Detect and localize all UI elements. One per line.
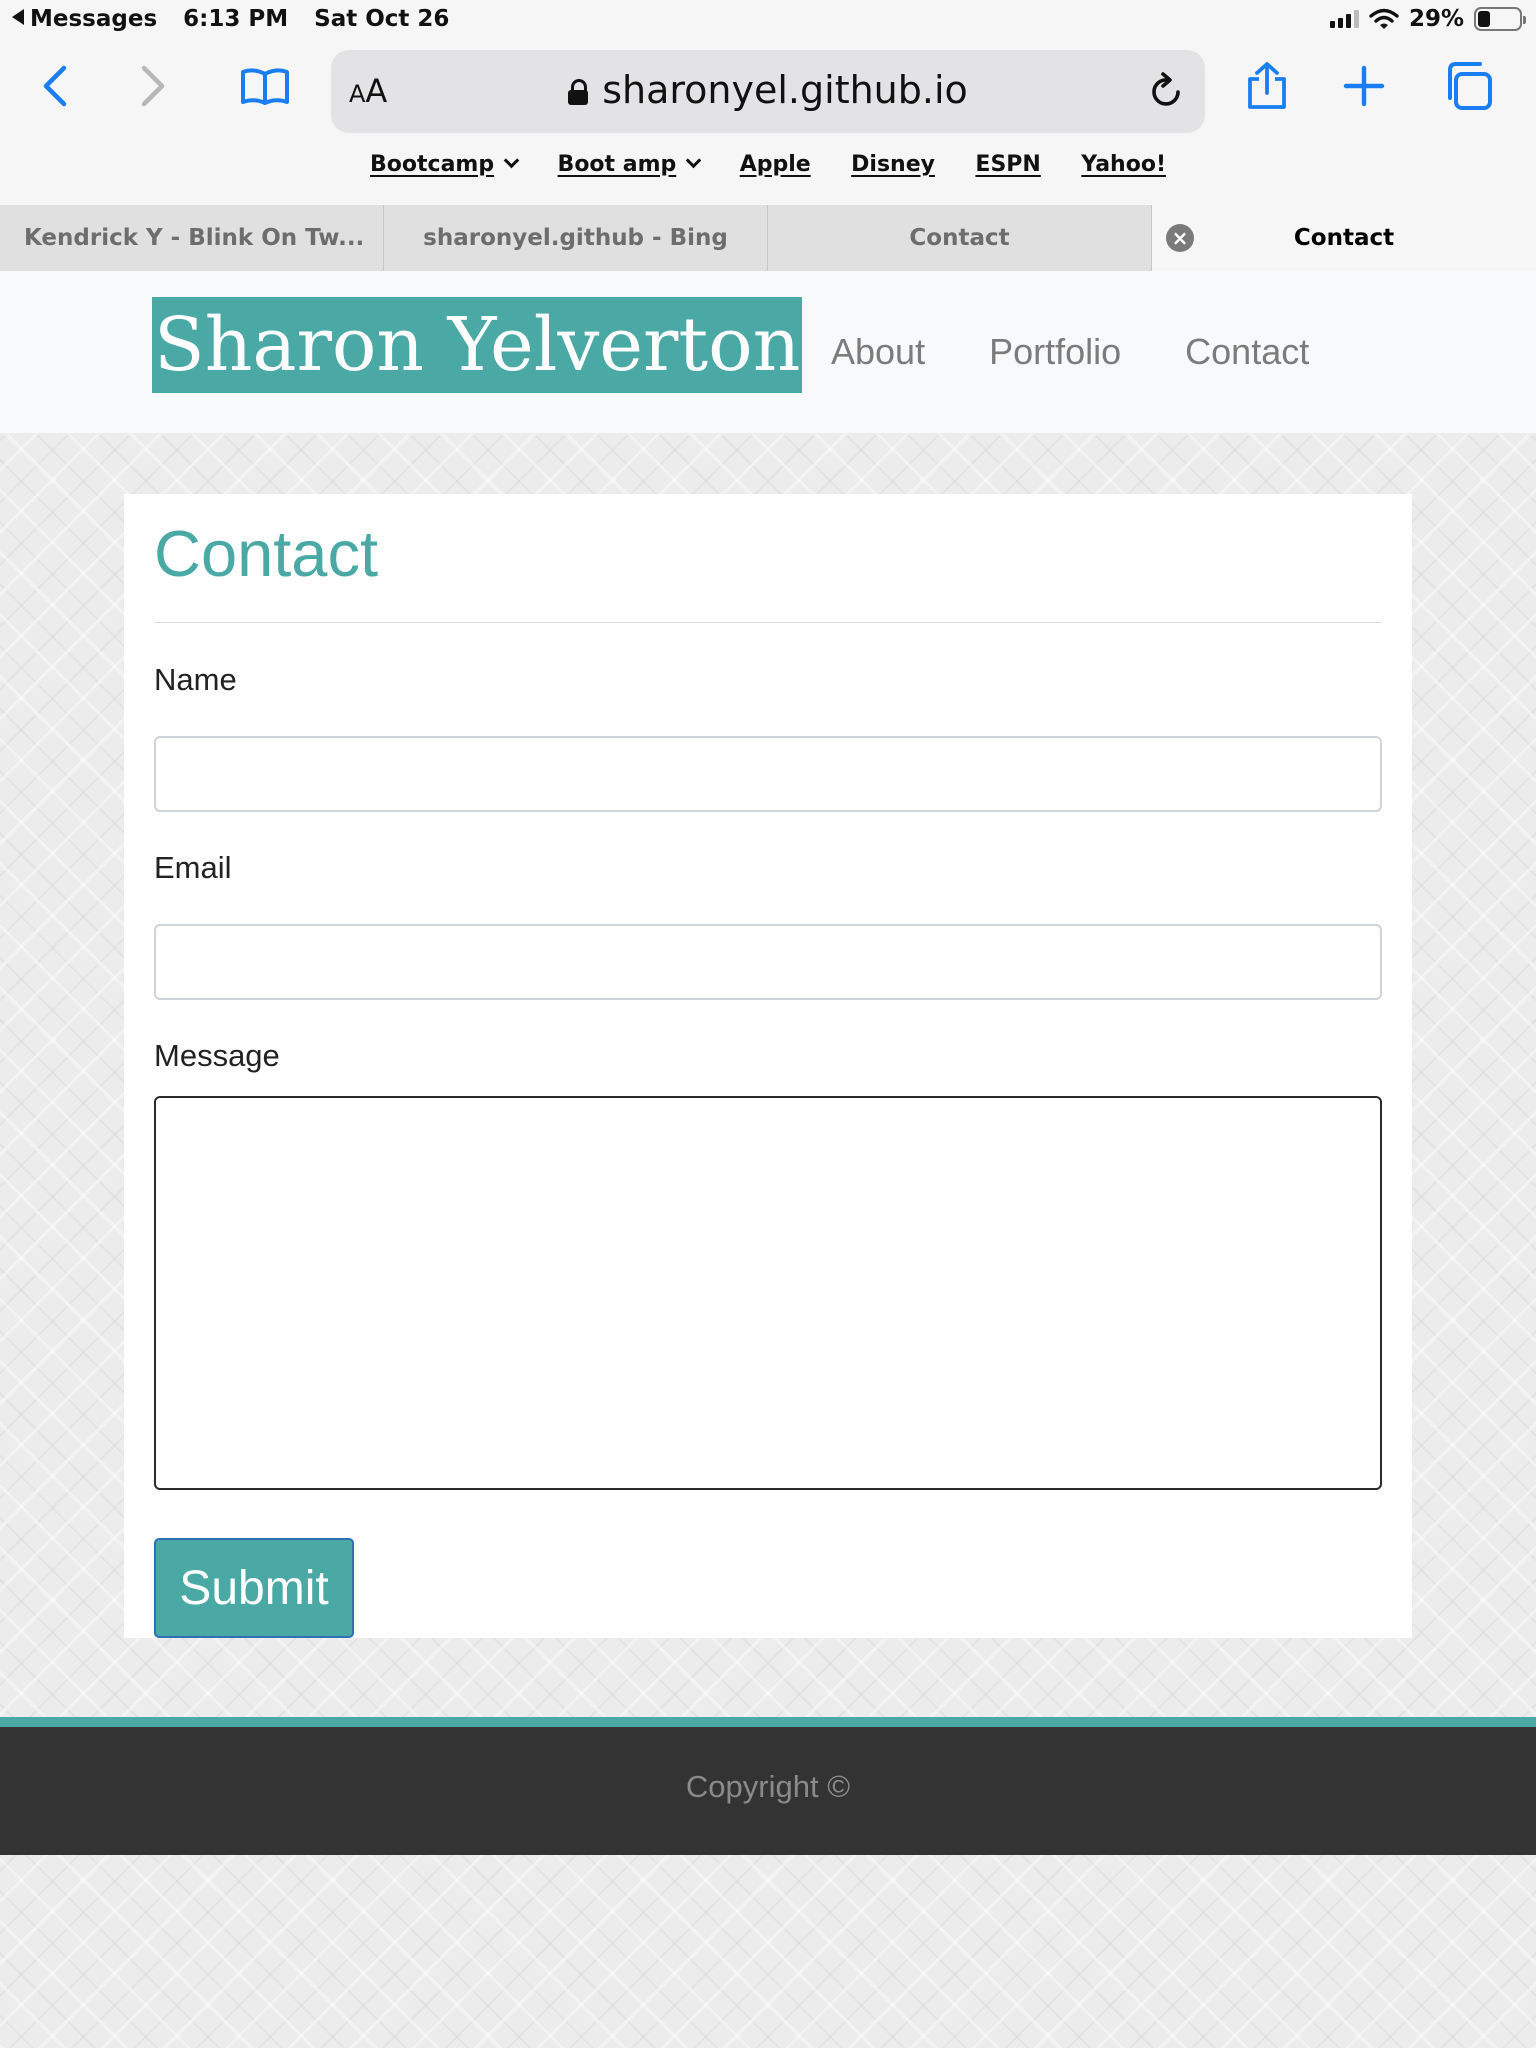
message-textarea[interactable]: [154, 1096, 1382, 1490]
favorite-boot-amp[interactable]: Boot amp: [557, 152, 702, 177]
favorite-label: Boot amp: [557, 152, 677, 177]
forward-button[interactable]: [123, 56, 183, 116]
close-tab-icon[interactable]: ×: [1166, 224, 1194, 252]
new-tab-button[interactable]: [1334, 56, 1394, 116]
divider: [154, 622, 1382, 623]
site-nav: About Portfolio Contact: [831, 331, 1373, 373]
chevron-down-icon: [503, 152, 520, 169]
tab-title: Kendrick Y - Blink On Tw...: [24, 225, 365, 251]
contact-card: Contact Name Email Message Submit: [124, 494, 1412, 1638]
favorite-apple[interactable]: Apple: [740, 152, 811, 177]
favorites-bar: Bootcamp Boot amp Apple Disney ESPN Yaho…: [0, 152, 1536, 177]
site-header: Sharon Yelverton About Portfolio Contact: [0, 271, 1536, 433]
address-bar[interactable]: AA sharonyel.github.io: [331, 50, 1205, 133]
signal-icon: [1329, 10, 1359, 28]
new-tab-icon: [1343, 65, 1385, 107]
battery-percent: 29%: [1408, 6, 1464, 32]
page-title: Contact: [154, 517, 379, 590]
tabs-overview-icon: [1448, 62, 1492, 110]
email-field[interactable]: [154, 924, 1382, 1000]
reload-icon: [1152, 72, 1180, 106]
message-label: Message: [154, 1038, 280, 1073]
lock-icon: [568, 79, 589, 105]
nav-contact[interactable]: Contact: [1185, 331, 1309, 373]
email-label: Email: [154, 850, 232, 885]
status-left: Messages 6:13 PM Sat Oct 26: [12, 6, 467, 32]
favorite-disney[interactable]: Disney: [851, 152, 935, 177]
bookmarks-button[interactable]: [235, 56, 295, 116]
tab-contact-active[interactable]: × Contact: [1152, 205, 1536, 271]
site-brand[interactable]: Sharon Yelverton: [152, 297, 803, 393]
url-text: sharonyel.github.io: [602, 68, 968, 112]
favorite-bootcamp[interactable]: Bootcamp: [370, 152, 520, 177]
tab-title: sharonyel.github - Bing: [423, 225, 728, 251]
nav-portfolio[interactable]: Portfolio: [989, 331, 1121, 373]
status-time: 6:13 PM: [183, 6, 289, 32]
back-button[interactable]: [25, 56, 85, 116]
forward-icon: [141, 65, 165, 107]
site-footer: Copyright ©: [0, 1717, 1536, 1855]
tab-title: Contact: [909, 225, 1010, 251]
share-button[interactable]: [1237, 56, 1297, 116]
favorite-yahoo[interactable]: Yahoo!: [1081, 152, 1166, 177]
bookmarks-icon: [241, 68, 289, 105]
status-date: Sat Oct 26: [314, 6, 450, 32]
tab-contact[interactable]: Contact: [768, 205, 1152, 271]
name-label: Name: [154, 662, 237, 697]
battery-icon: [1474, 7, 1526, 31]
tab-bing[interactable]: sharonyel.github - Bing: [384, 205, 768, 271]
back-to-app[interactable]: Messages: [12, 6, 157, 32]
copyright-text: Copyright ©: [685, 1769, 851, 1804]
reload-button[interactable]: [1149, 70, 1185, 115]
status-right: 29%: [1329, 6, 1526, 32]
url-display[interactable]: sharonyel.github.io: [331, 68, 1205, 112]
share-icon: [1248, 62, 1286, 109]
back-triangle-icon: [12, 9, 24, 25]
submit-button[interactable]: Submit: [154, 1538, 354, 1638]
tabs-overview-button[interactable]: [1438, 56, 1498, 116]
favorite-espn[interactable]: ESPN: [975, 152, 1040, 177]
browser-toolbar: AA sharonyel.github.io Bootcamp Boot amp…: [0, 40, 1536, 205]
tab-strip: Kendrick Y - Blink On Tw... sharonyel.gi…: [0, 205, 1536, 271]
nav-about[interactable]: About: [831, 331, 925, 373]
back-app-label: Messages: [30, 6, 158, 32]
status-bar: Messages 6:13 PM Sat Oct 26 29%: [0, 0, 1536, 40]
name-field[interactable]: [154, 736, 1382, 812]
wifi-icon: [1369, 8, 1399, 29]
chevron-down-icon: [685, 152, 702, 169]
tab-title: Contact: [1293, 225, 1395, 251]
back-icon: [43, 65, 67, 107]
favorite-label: Bootcamp: [370, 152, 495, 177]
tab-kendrick[interactable]: Kendrick Y - Blink On Tw...: [0, 205, 384, 271]
